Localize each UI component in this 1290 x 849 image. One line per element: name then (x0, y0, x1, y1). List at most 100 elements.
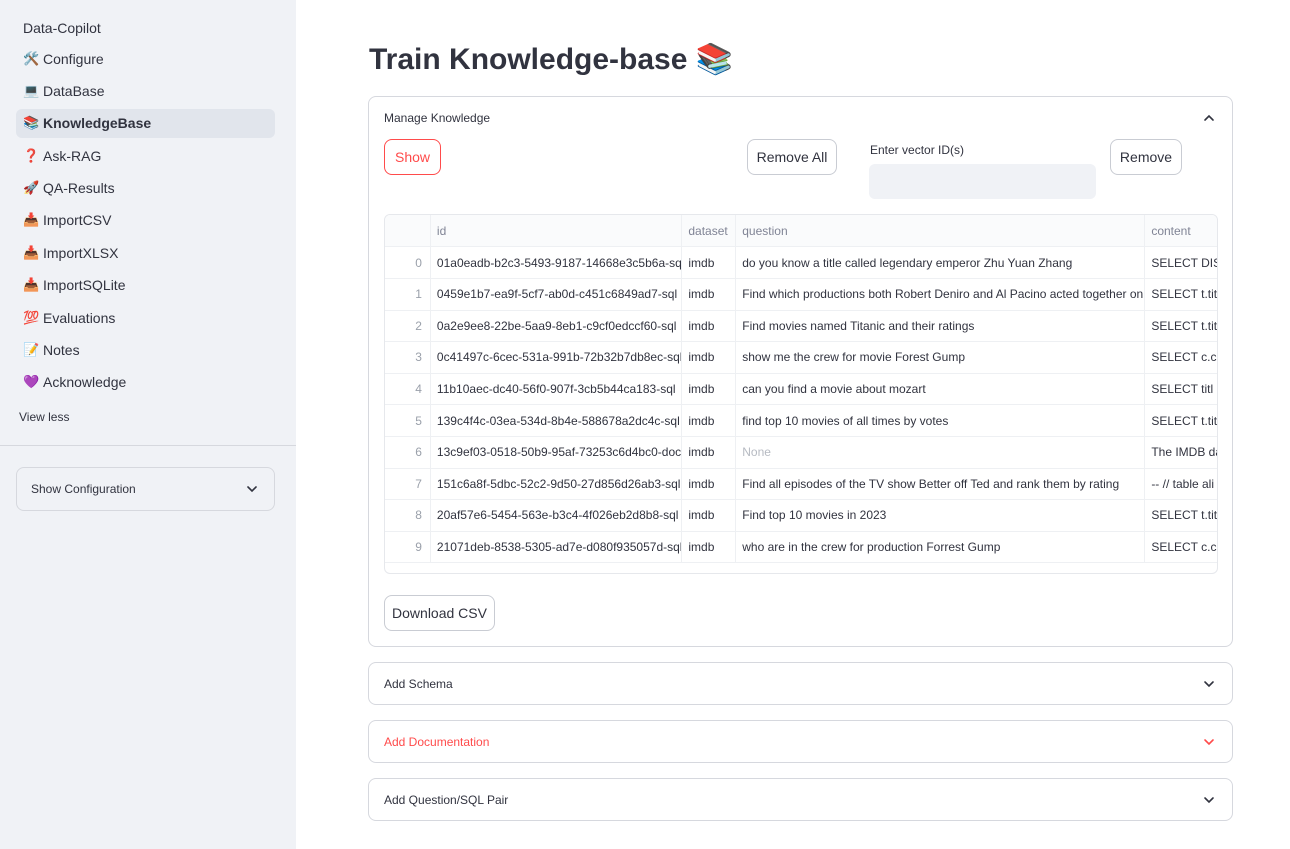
header-index (385, 215, 431, 246)
question-icon: ❓ (23, 147, 40, 163)
sidebar-item-label: Evaluations (43, 309, 116, 326)
row-content: SELECT t.titl (1151, 413, 1218, 428)
add-question-sql-pair-label: Add Question/SQL Pair (384, 793, 509, 807)
vector-id-input[interactable] (869, 164, 1096, 199)
header-content[interactable]: content (1145, 215, 1217, 246)
row-dataset: imdb (682, 341, 737, 373)
sidebar-nav: 🛠️ Configure 💻 DataBase 📚 KnowledgeBase ❓ Ask-R… (16, 44, 275, 400)
row-dataset: imdb (682, 405, 737, 436)
row-id: 21071deb-8538-5305-ad7e-d080f935057d-sql (431, 531, 683, 563)
table-row[interactable]: 7 151c6a8f-5dbc-52c2-9d50-27d856d26ab3-sq… (385, 468, 1217, 501)
add-schema-expander[interactable]: Add Schema (368, 662, 1233, 705)
memo-icon: 📝 (23, 342, 40, 358)
add-documentation-label: Add Documentation (384, 735, 490, 749)
add-question-sql-pair-header[interactable]: Add Question/SQL Pair (384, 791, 1217, 809)
sidebar-item-ask-rag[interactable]: ❓ Ask-RAG (16, 141, 275, 170)
show-configuration-expander[interactable]: Show Configuration (16, 467, 275, 511)
add-schema-label: Add Schema (384, 677, 453, 691)
sidebar-item-label: ImportSQLite (43, 277, 126, 294)
table-row[interactable]: 8 20af57e6-5454-563e-b3c4-4f026eb2d8b8-sq… (385, 499, 1218, 532)
sidebar-item-label: ImportXLSX (43, 244, 119, 261)
table-row-partial (385, 563, 1217, 573)
add-documentation-expander[interactable]: Add Documentation (368, 720, 1233, 763)
row-id: 13c9ef03-0518-50b9-95af-73253c6d4bc0-doc (431, 436, 683, 468)
sidebar-item-database[interactable]: 💻 DataBase (16, 76, 275, 105)
sidebar-item-qa-results[interactable]: 🚀 QA-Results (16, 174, 275, 203)
remove-all-button[interactable]: Remove All (747, 139, 837, 175)
sidebar-item-label: ImportCSV (43, 212, 112, 229)
table-row[interactable]: 1 0459e1b7-ea9f-5cf7-ab0d-c451c6849ad7-sq… (385, 278, 1218, 311)
header-id[interactable]: id (431, 215, 683, 246)
sidebar-item-configure[interactable]: 🛠️ Configure (16, 44, 275, 73)
table-row[interactable]: 9 21071deb-8538-5305-ad7e-d080f935057d-sq… (385, 531, 1217, 564)
row-content: The IMDB da (1151, 445, 1218, 460)
manage-knowledge-label: Manage Knowledge (384, 111, 491, 125)
row-index: 6 (385, 436, 431, 468)
chevron-up-icon (1201, 110, 1217, 126)
row-dataset: imdb (682, 531, 737, 563)
row-index: 0 (385, 247, 431, 278)
row-dataset: imdb (682, 310, 737, 342)
hundred-icon: 💯 (23, 309, 40, 325)
app-name[interactable]: Data-Copilot (23, 20, 101, 36)
row-content: SELECT t.titl (1151, 508, 1218, 523)
sidebar-item-importcsv[interactable]: 📥 ImportCSV (16, 206, 275, 235)
chevron-down-icon (1201, 792, 1217, 808)
knowledge-table[interactable]: id dataset question content 0 01a0eadb-b2… (384, 214, 1218, 574)
sidebar-item-label: Notes (43, 342, 80, 359)
row-id: 0a2e9ee8-22be-5aa9-8eb1-c9cf0edccf60-sql (431, 310, 683, 342)
row-id: 11b10aec-dc40-56f0-907f-3cb5b44ca183-sql (431, 373, 683, 405)
sidebar-item-knowledgebase[interactable]: 📚 KnowledgeBase (16, 108, 275, 138)
table-row[interactable]: 0 01a0eadb-b2c3-5493-9187-14668e3c5b6a-sq… (385, 247, 1217, 279)
sidebar-item-importxlsx[interactable]: 📥 ImportXLSX (16, 238, 275, 267)
sidebar: Data-Copilot 🛠️ Configure 💻 DataBase 📚 Knowle… (0, 0, 296, 849)
row-question: None (736, 436, 1146, 468)
add-schema-header[interactable]: Add Schema (384, 675, 1217, 693)
remove-button[interactable]: Remove (1110, 139, 1182, 175)
vector-id-label: Enter vector ID(s) (870, 143, 965, 157)
manage-knowledge-header[interactable]: Manage Knowledge (384, 109, 1217, 127)
sidebar-item-notes[interactable]: 📝 Notes (16, 336, 275, 365)
sidebar-item-evaluations[interactable]: 💯 Evaluations (16, 303, 275, 332)
row-question: find top 10 movies of all times by votes (736, 405, 1146, 436)
inbox-icon: 📥 (23, 212, 40, 228)
chevron-down-icon (1201, 676, 1217, 692)
row-index: 9 (385, 531, 431, 563)
row-index: 8 (385, 499, 431, 531)
row-index: 1 (385, 278, 431, 310)
row-dataset: imdb (682, 499, 737, 531)
row-question: can you find a movie about mozart (736, 373, 1146, 405)
show-button[interactable]: Show (384, 139, 441, 175)
purple-heart-icon: 💜 (23, 374, 40, 390)
sidebar-item-importsqlite[interactable]: 📥 ImportSQLite (16, 271, 275, 300)
row-id: 01a0eadb-b2c3-5493-9187-14668e3c5b6a-sql (431, 247, 683, 278)
header-question[interactable]: question (736, 215, 1146, 246)
row-question: Find which productions both Robert Denir… (736, 278, 1146, 310)
add-documentation-header[interactable]: Add Documentation (384, 733, 1217, 751)
row-question: Find top 10 movies in 2023 (736, 499, 1146, 531)
books-icon: 📚 (23, 115, 40, 131)
header-dataset[interactable]: dataset (682, 215, 737, 246)
table-row[interactable]: 2 0a2e9ee8-22be-5aa9-8eb1-c9cf0edccf60-sq… (385, 310, 1218, 343)
sidebar-item-label: Configure (43, 50, 104, 67)
inbox-icon: 📥 (23, 277, 40, 293)
view-less-link[interactable]: View less (19, 410, 69, 424)
chevron-down-icon (1201, 734, 1217, 750)
row-question: show me the crew for movie Forest Gump (736, 341, 1146, 373)
table-row[interactable]: 4 11b10aec-dc40-56f0-907f-3cb5b44ca183-sq… (385, 373, 1217, 406)
download-csv-button[interactable]: Download CSV (384, 595, 495, 631)
row-content: SELECT t.titl (1151, 318, 1218, 333)
sidebar-item-label: DataBase (43, 82, 105, 99)
row-content: SELECT titl (1151, 381, 1214, 396)
add-question-sql-pair-expander[interactable]: Add Question/SQL Pair (368, 778, 1233, 821)
row-question: Find movies named Titanic and their rati… (736, 310, 1146, 342)
table-row[interactable]: 5 139c4f4c-03ea-534d-8b4e-588678a2dc4c-sq… (385, 405, 1218, 437)
row-content: SELECT t.titl (1151, 287, 1218, 302)
row-index: 7 (385, 468, 431, 500)
sidebar-item-acknowledge[interactable]: 💜 Acknowledge (16, 368, 275, 397)
table-row[interactable]: 3 0c41497c-6cec-531a-991b-72b32b7db8ec-sq… (385, 341, 1217, 374)
table-row[interactable]: 6 13c9ef03-0518-50b9-95af-73253c6d4bc0-do… (385, 436, 1218, 469)
sidebar-divider (0, 445, 296, 446)
inbox-icon: 📥 (23, 244, 40, 260)
row-dataset: imdb (682, 468, 737, 500)
